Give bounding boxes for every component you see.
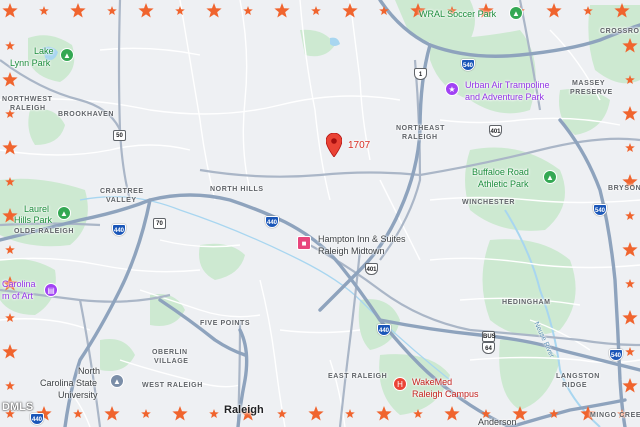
label-wakemed-2[interactable]: Raleigh Campus: [412, 389, 479, 399]
label-hampton-inn-1[interactable]: Hampton Inn & Suites: [318, 234, 406, 244]
label-northwest-raleigh-1: NORTHWEST: [2, 96, 53, 103]
park-tree-icon[interactable]: ▲: [60, 48, 74, 62]
label-east-raleigh: EAST RALEIGH: [328, 373, 388, 380]
shield-us64-east: 64: [482, 342, 495, 354]
hospital-icon[interactable]: H: [393, 377, 407, 391]
label-massey-preserve-1: MASSEY: [572, 80, 606, 87]
map-pin-icon[interactable]: [326, 133, 342, 157]
label-museum-art-2[interactable]: m of Art: [2, 291, 33, 301]
label-wakemed-1[interactable]: WakeMed: [412, 377, 452, 387]
label-winchester: WINCHESTER: [462, 199, 516, 206]
amusement-park-icon[interactable]: ★: [445, 82, 459, 96]
label-urban-air-1[interactable]: Urban Air Trampoline: [465, 80, 550, 90]
shield-nc50: 50: [113, 130, 126, 141]
label-northeast-raleigh-2: RALEIGH: [402, 134, 438, 141]
label-laurel-hills-park-2[interactable]: Hills Park: [14, 215, 52, 225]
label-northeast-raleigh-1: NORTHEAST: [396, 125, 445, 132]
shield-nc70: 70: [153, 218, 166, 229]
shield-nc401-north: 401: [489, 125, 502, 137]
label-five-points: FIVE POINTS: [200, 320, 251, 327]
shield-us1: 1: [414, 68, 427, 80]
label-oberlin-village-2: VILLAGE: [154, 358, 189, 365]
museum-icon[interactable]: ▤: [44, 283, 58, 297]
label-laurel-hills-park-1[interactable]: Laurel: [24, 204, 49, 214]
label-hedingham: HEDINGHAM: [502, 299, 551, 306]
label-northwest-raleigh-2: RALEIGH: [10, 105, 46, 112]
label-nc-state-3[interactable]: University: [58, 390, 98, 400]
label-crossroads: CROSSRO: [600, 28, 640, 35]
label-nc-state-1[interactable]: North: [78, 366, 100, 376]
label-urban-air-2[interactable]: and Adventure Park: [465, 92, 544, 102]
park-tree-icon[interactable]: ▲: [57, 206, 71, 220]
label-bryson: BRYSON: [608, 185, 640, 192]
label-raleigh[interactable]: Raleigh: [224, 404, 264, 417]
watermark-dmls: DMLS: [2, 401, 34, 413]
shield-nc401-south: 401: [365, 263, 378, 275]
label-buffaloe-road-1[interactable]: Buffaloe Road: [472, 167, 529, 177]
label-mingo-creek: MINGO CREEK: [590, 412, 640, 419]
label-oberlin-village-1: OBERLIN: [152, 349, 188, 356]
park-tree-icon[interactable]: ▲: [509, 6, 523, 20]
label-brookhaven: BROOKHAVEN: [58, 111, 115, 118]
label-hampton-inn-2[interactable]: Raleigh Midtown: [318, 246, 385, 256]
park-tree-icon[interactable]: ▲: [543, 170, 557, 184]
map-canvas[interactable]: [0, 0, 640, 427]
shield-bus64: BUS: [482, 331, 496, 342]
label-nc-state-2[interactable]: Carolina State: [40, 378, 97, 388]
label-lake-lynn-park-1[interactable]: Lake: [34, 46, 54, 56]
hotel-icon[interactable]: ■: [297, 236, 311, 250]
label-pin-1707[interactable]: 1707: [348, 140, 370, 152]
label-buffaloe-road-2[interactable]: Athletic Park: [478, 179, 529, 189]
map-view[interactable]: WRAL Soccer Park CROSSRO Lake Lynn Park …: [0, 0, 640, 427]
label-massey-preserve-2: PRESERVE: [570, 89, 613, 96]
label-museum-art-1[interactable]: Carolina: [2, 279, 36, 289]
label-north-hills: NORTH HILLS: [210, 186, 264, 193]
label-west-raleigh: WEST RALEIGH: [142, 382, 203, 389]
label-wral-soccer-park[interactable]: WRAL Soccer Park: [419, 9, 496, 19]
label-crabtree-valley-2: VALLEY: [106, 197, 137, 204]
label-olde-raleigh: OLDE RALEIGH: [14, 228, 75, 235]
label-crabtree-valley-1: CRABTREE: [100, 188, 144, 195]
school-icon[interactable]: ▲: [110, 374, 124, 388]
label-anderson: Anderson: [478, 417, 517, 427]
label-langston-ridge-2: RIDGE: [562, 382, 588, 389]
label-langston-ridge-1: LANGSTON: [556, 373, 600, 380]
label-lake-lynn-park-2[interactable]: Lynn Park: [10, 58, 50, 68]
